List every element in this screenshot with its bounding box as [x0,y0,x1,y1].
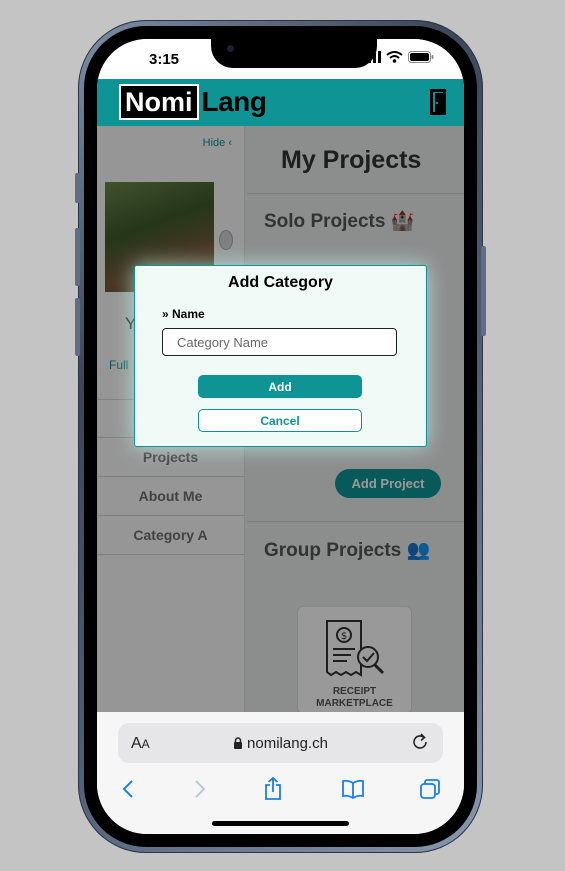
app-header: Nomi Lang [97,79,464,126]
tabs-button[interactable] [415,774,445,804]
share-icon [265,777,281,800]
bookmarks-button[interactable] [338,774,368,804]
tabs-icon [420,779,440,799]
browser-nav-row [97,774,464,804]
signal-icon [363,51,381,63]
phone-screen: 3:15 Nomi Lang Hide ‹ Y Full Projects Ab… [97,39,464,834]
chevron-left-icon [122,780,133,798]
url-display: nomilang.ch [118,735,443,752]
wifi-icon [386,51,403,63]
forward-button[interactable] [185,774,215,804]
dialog-title: Add Category [228,274,333,291]
status-time: 3:15 [149,51,180,68]
notch [211,39,377,68]
door-icon[interactable] [428,88,448,116]
reload-icon[interactable] [410,732,430,752]
add-category-dialog: Add Category » Name Add Cancel [134,265,427,447]
book-icon [342,779,364,799]
front-camera [227,45,234,52]
battery-icon [408,51,434,63]
category-name-input[interactable] [162,328,397,356]
name-field-label: » Name [162,307,205,321]
home-indicator [212,821,349,826]
url-text: nomilang.ch [247,735,328,752]
chevron-right-icon [195,780,206,798]
lock-icon [234,737,243,749]
back-button[interactable] [113,774,143,804]
browser-toolbar: AA nomilang.ch [97,712,464,834]
power-button [481,246,486,336]
status-icons [363,51,434,63]
share-button[interactable] [258,774,288,804]
volume-down-button [75,298,80,356]
nomilang-logo[interactable]: Nomi Lang [119,84,267,120]
cancel-button[interactable]: Cancel [198,409,362,432]
status-bar: 3:15 [97,39,464,79]
logo-nomi: Nomi [119,84,199,120]
logo-lang: Lang [201,86,267,117]
add-button[interactable]: Add [198,375,362,398]
address-bar[interactable]: AA nomilang.ch [118,723,443,763]
volume-up-button [75,228,80,286]
mute-switch [75,173,80,203]
